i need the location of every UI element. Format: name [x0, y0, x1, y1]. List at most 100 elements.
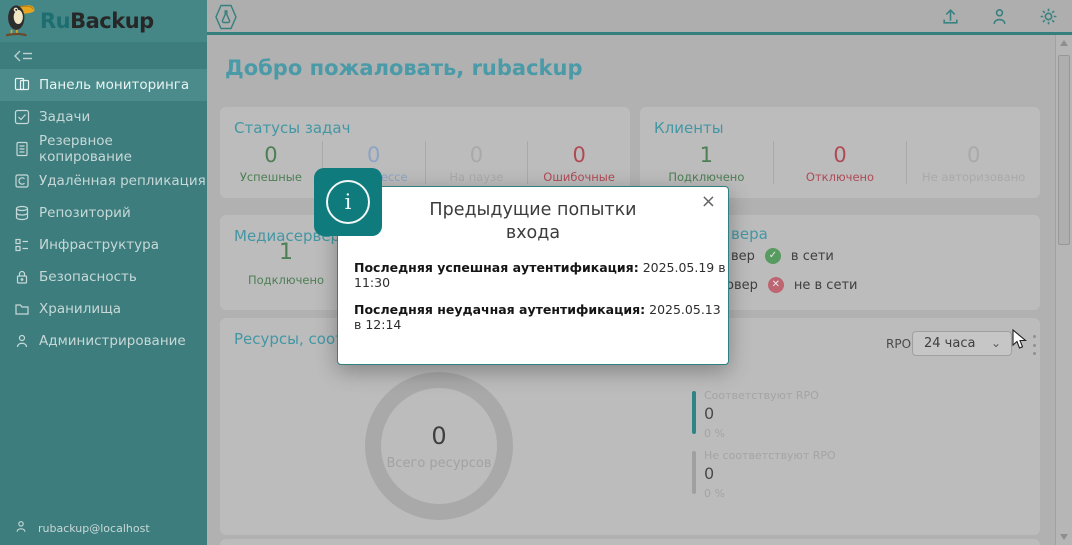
rpo-period-select[interactable]: 24 часа ⌄ [912, 331, 1012, 356]
sidebar-collapse-icon[interactable] [14, 48, 36, 64]
stat-value: 1 [640, 143, 773, 167]
sidebar-item-label: Задачи [39, 109, 90, 125]
stat-connected: 1 Подключено [640, 141, 773, 184]
sidebar-item-security[interactable]: Безопасность [0, 261, 207, 293]
server-label-fragment: вер [731, 249, 755, 264]
legend-color-bar [692, 451, 696, 494]
stat-value: 1 [220, 241, 352, 265]
stat-value: 0 [774, 143, 907, 167]
topbar-actions [941, 7, 1058, 26]
stat-label: Отключено [774, 170, 907, 184]
server-status: в сети [791, 249, 834, 264]
client-stats: 1 Подключено 0 Отключено 0 Не авторизова… [640, 141, 1040, 184]
stat-disconnected: 0 Отключено [773, 141, 907, 184]
sidebar-item-dashboard[interactable]: Панель мониторинга [0, 69, 207, 101]
legend-percent: 0 % [704, 427, 992, 440]
donut-total-label: Всего ресурсов [386, 456, 491, 471]
stat-unauthorized: 0 Не авторизовано [906, 141, 1040, 184]
info-badge: i [314, 168, 382, 236]
replication-icon [14, 173, 30, 189]
current-user: rubackup@localhost [14, 519, 150, 537]
arrow-up-icon [1060, 40, 1068, 46]
dashboard-icon [14, 77, 30, 93]
sidebar-nav: Панель мониторинга Задачи Резервное копи… [0, 69, 207, 357]
legend-value: 0 [704, 404, 992, 423]
card-title-fragment: Ресурсы, соотв [234, 330, 353, 348]
legend-not-meets-rpo: Не соответствуют RPO 0 0 % [692, 449, 992, 500]
sidebar-item-repository[interactable]: Репозиторий [0, 197, 207, 229]
rubackup-app: RuBackup Панель мониторинга Задачи Резер… [0, 0, 1072, 545]
previous-login-attempts-modal: i × Предыдущие попытки входа Последняя у… [337, 186, 729, 365]
server-row-online: вер ✓ в сети [731, 248, 834, 264]
infrastructure-icon [14, 237, 30, 253]
legend-percent: 0 % [704, 487, 992, 500]
legend-label: Соответствуют RPO [704, 389, 992, 402]
auth-label: Последняя успешная аутентификация: [354, 260, 639, 275]
sidebar-item-administration[interactable]: Администрирование [0, 325, 207, 357]
sidebar-item-infrastructure[interactable]: Инфраструктура [0, 229, 207, 261]
user-email: rubackup@localhost [38, 522, 150, 535]
clients-card: Клиенты 1 Подключено 0 Отключено 0 Не ав… [640, 107, 1040, 198]
settings-gear-icon[interactable] [1039, 7, 1058, 26]
folder-icon [14, 301, 30, 317]
sidebar-item-backup[interactable]: Резервное копирование [0, 133, 207, 165]
legend-label: Не соответствуют RPO [704, 449, 992, 462]
stat-failed: 0 Ошибочные [527, 141, 630, 184]
sidebar-item-label: Репозиторий [39, 205, 131, 221]
sidebar-item-replication[interactable]: Удалённая репликация [0, 165, 207, 197]
stat-successful: 0 Успешные [220, 141, 322, 184]
sidebar-item-label: Безопасность [39, 269, 137, 285]
user-icon [14, 519, 28, 537]
flask-hexagon-icon[interactable] [212, 3, 240, 31]
vertical-scrollbar[interactable] [1055, 35, 1072, 545]
sidebar-item-label: Хранилища [39, 301, 121, 317]
online-check-icon: ✓ [765, 248, 781, 264]
backup-icon [14, 141, 30, 157]
donut-total-value: 0 [431, 422, 446, 450]
brand-text: RuBackup [40, 9, 154, 33]
scroll-down-button[interactable] [1056, 529, 1072, 545]
stat-value: 0 [220, 143, 322, 167]
stat-value: 0 [323, 143, 425, 167]
stat-label: На паузе [426, 170, 528, 184]
rpo-selected-value: 24 часа [924, 336, 975, 351]
stat-label: Успешные [220, 170, 322, 184]
next-card-edge [220, 539, 1040, 545]
server-row-offline: овер ✕ не в сети [726, 277, 857, 293]
upload-icon[interactable] [941, 7, 960, 26]
stat-value: 0 [426, 143, 528, 167]
toucan-logo-icon [4, 0, 38, 42]
scrollbar-thumb[interactable] [1058, 55, 1070, 245]
chevron-down-icon: ⌄ [991, 336, 1001, 350]
legend-meets-rpo: Соответствуют RPO 0 0 % [692, 389, 992, 440]
rpo-label: RPO [886, 337, 911, 351]
stat-paused: 0 На паузе [425, 141, 528, 184]
close-icon[interactable]: × [701, 193, 716, 211]
tasks-icon [14, 109, 30, 125]
user-icon[interactable] [990, 7, 1009, 26]
modal-title: Предыдущие попытки входа [418, 199, 648, 245]
stat-label: Подключено [220, 273, 352, 287]
admin-person-icon [14, 333, 30, 349]
scroll-up-button[interactable] [1056, 35, 1072, 51]
sidebar-item-label: Администрирование [39, 333, 186, 349]
card-title-fragment: вера [731, 225, 768, 243]
stat-label: Подключено [640, 170, 773, 184]
sidebar-item-storages[interactable]: Хранилища [0, 293, 207, 325]
card-menu-kebab-icon[interactable] [1031, 335, 1037, 355]
sidebar-item-tasks[interactable]: Задачи [0, 101, 207, 133]
arrow-down-icon [1060, 534, 1068, 540]
stat-label: Ошибочные [528, 170, 630, 184]
stat-label: Не авторизовано [907, 170, 1040, 184]
stat-value: 0 [907, 143, 1040, 167]
last-failed-auth: Последняя неудачная аутентификация: 2025… [354, 302, 728, 332]
page-title: Добро пожаловать, rubackup [225, 56, 582, 80]
lock-icon [14, 269, 30, 285]
sidebar-item-label: Инфраструктура [39, 237, 159, 253]
resources-donut-chart: 0 Всего ресурсов [365, 372, 513, 520]
card-title: Статусы задач [234, 119, 350, 137]
server-status: не в сети [794, 278, 858, 293]
modal-body: Последняя успешная аутентификация: 2025.… [338, 260, 728, 332]
card-title: Клиенты [654, 119, 724, 137]
server-label-fragment: овер [726, 278, 758, 293]
